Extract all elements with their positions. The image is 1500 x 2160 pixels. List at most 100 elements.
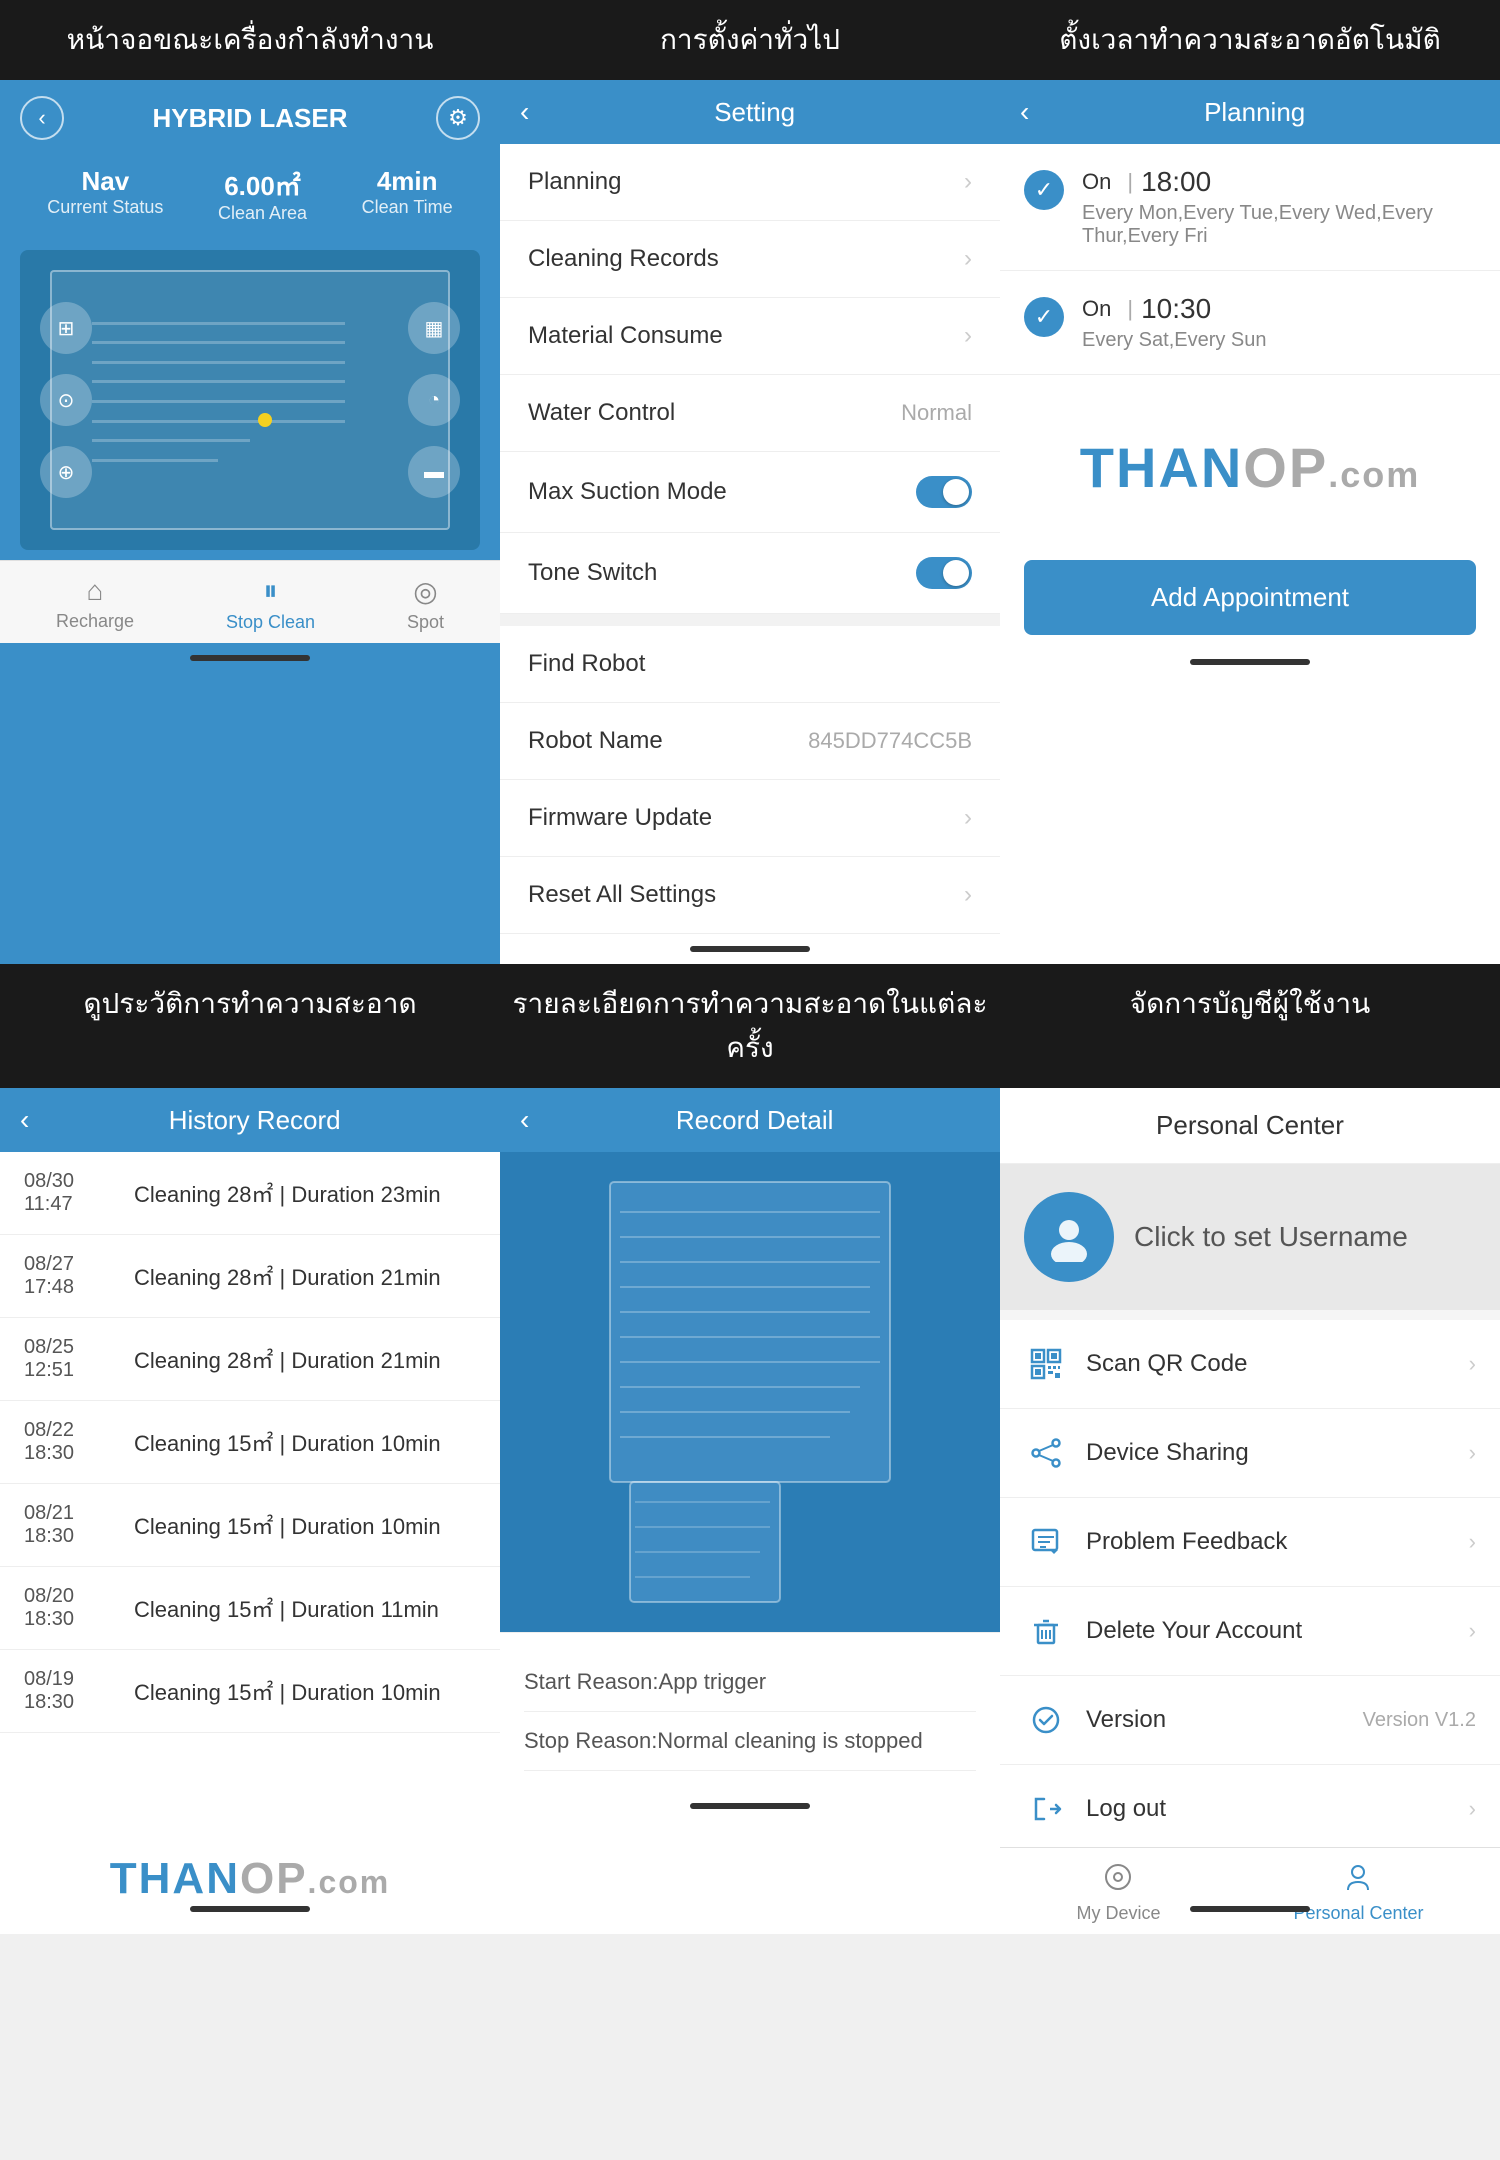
battery-icon-btn[interactable]: ▬ <box>408 446 460 498</box>
record-detail-info: Start Reason:App trigger Stop Reason:Nor… <box>500 1632 1000 1791</box>
schedule-2-info: On | 10:30 Every Sat,Every Sun <box>1082 293 1267 352</box>
panel-device-status: ‹ HYBRID LASER ⚙ Nav Current Status 6.00… <box>0 80 500 964</box>
menu-item-logout[interactable]: Log out › <box>1000 1765 1500 1854</box>
clock-icon-btn[interactable]: ◔ <box>408 374 460 426</box>
header-device-status: หน้าจอขณะเครื่องกำลังทำงาน <box>0 0 500 80</box>
logout-icon <box>1024 1787 1068 1831</box>
history-back-button[interactable]: ‹ <box>20 1104 29 1136</box>
menu-item-version: Version Version V1.2 <box>1000 1676 1500 1765</box>
home-bar-1 <box>190 655 310 661</box>
firmware-arrow-icon: › <box>964 804 972 832</box>
menu-item-device-sharing[interactable]: Device Sharing › <box>1000 1409 1500 1498</box>
feedback-arrow-icon: › <box>1469 1529 1476 1555</box>
schedule-item-1[interactable]: ✓ On | 18:00 Every Mon,Every Tue,Every W… <box>1000 144 1500 271</box>
scan-icon-btn[interactable]: ⊙ <box>40 374 92 426</box>
recharge-icon: ⌂ <box>87 575 104 607</box>
share-icon <box>1024 1431 1068 1475</box>
planning-logo-area: THANOP.com <box>1000 375 1500 560</box>
history-record-3[interactable]: 08/22 18:30 Cleaning 15㎡ | Duration 10mi… <box>0 1401 500 1484</box>
qr-code-icon <box>1024 1342 1068 1386</box>
history-record-4[interactable]: 08/21 18:30 Cleaning 15㎡ | Duration 10mi… <box>0 1484 500 1567</box>
settings-item-tone-switch[interactable]: Tone Switch <box>500 533 1000 614</box>
settings-item-robot-name[interactable]: Robot Name 845DD774CC5B <box>500 703 1000 780</box>
profile-section[interactable]: Click to set Username <box>1000 1164 1500 1310</box>
settings-item-planning[interactable]: Planning › <box>500 144 1000 221</box>
record-detail-map-inner <box>500 1152 1000 1632</box>
settings-item-reset[interactable]: Reset All Settings › <box>500 857 1000 934</box>
map-room <box>50 270 450 530</box>
nav-spot[interactable]: ◎ Spot <box>407 575 444 633</box>
nav-my-device[interactable]: My Device <box>1076 1862 1160 1924</box>
planning-back-button[interactable]: ‹ <box>1020 96 1029 128</box>
history-record-0[interactable]: 08/30 11:47 Cleaning 28㎡ | Duration 23mi… <box>0 1152 500 1235</box>
settings-item-material[interactable]: Material Consume › <box>500 298 1000 375</box>
reset-arrow-icon: › <box>964 881 972 909</box>
menu-item-problem-feedback[interactable]: Problem Feedback › <box>1000 1498 1500 1587</box>
settings-item-water-control[interactable]: Water Control Normal <box>500 375 1000 452</box>
settings-item-find-robot[interactable]: Find Robot <box>500 626 1000 703</box>
header-settings: การตั้งค่าทั่วไป <box>500 0 1000 80</box>
feedback-icon <box>1024 1520 1068 1564</box>
header-record-detail: รายละเอียดการทำความสะอาดในแต่ละครั้ง <box>500 964 1000 1088</box>
schedule-1-check: ✓ <box>1024 170 1064 210</box>
nav-recharge[interactable]: ⌂ Recharge <box>56 575 134 633</box>
panel-record-detail: ‹ Record Detail <box>500 1088 1000 1934</box>
delete-icon <box>1024 1609 1068 1653</box>
back-button[interactable]: ‹ <box>20 96 64 140</box>
left-controls: ⊞ ⊙ ⊕ <box>40 302 92 498</box>
schedule-item-2[interactable]: ✓ On | 10:30 Every Sat,Every Sun <box>1000 271 1500 375</box>
start-reason: Start Reason:App trigger <box>524 1653 976 1712</box>
settings-header: ‹ Setting <box>500 80 1000 144</box>
nav-stop-clean[interactable]: ⏸ Stop Clean <box>226 575 315 633</box>
thanop-logo: THANOP.com <box>1080 435 1420 500</box>
device-title: HYBRID LASER <box>64 103 436 134</box>
record-detail-map <box>500 1152 1000 1632</box>
stop-reason: Stop Reason:Normal cleaning is stopped <box>524 1712 976 1771</box>
history-record-5[interactable]: 08/20 18:30 Cleaning 15㎡ | Duration 11mi… <box>0 1567 500 1650</box>
schedule-1-info: On | 18:00 Every Mon,Every Tue,Every Wed… <box>1082 166 1476 248</box>
history-record-1[interactable]: 08/27 17:48 Cleaning 28㎡ | Duration 21mi… <box>0 1235 500 1318</box>
home-bar-2 <box>690 946 810 952</box>
menu-item-scan-qr[interactable]: Scan QR Code › <box>1000 1320 1500 1409</box>
settings-icon-btn[interactable]: ⊕ <box>40 446 92 498</box>
record-detail-header: ‹ Record Detail <box>500 1088 1000 1152</box>
settings-item-cleaning-records[interactable]: Cleaning Records › <box>500 221 1000 298</box>
header-planning: ตั้งเวลาทำความสะอาดอัตโนมัติ <box>1000 0 1500 80</box>
max-suction-toggle[interactable] <box>916 476 972 508</box>
personal-center-header: Personal Center <box>1000 1088 1500 1164</box>
settings-divider <box>500 614 1000 626</box>
history-record-2[interactable]: 08/25 12:51 Cleaning 28㎡ | Duration 21mi… <box>0 1318 500 1401</box>
settings-button[interactable]: ⚙ <box>436 96 480 140</box>
map-background: ⊞ ⊙ ⊕ ▦ ◔ ▬ <box>20 250 480 550</box>
map-icon-btn[interactable]: ⊞ <box>40 302 92 354</box>
home-bar-6 <box>1190 1906 1310 1912</box>
settings-item-max-suction[interactable]: Max Suction Mode <box>500 452 1000 533</box>
settings-back-button[interactable]: ‹ <box>520 96 529 128</box>
tone-switch-toggle[interactable] <box>916 557 972 589</box>
panel-planning: ‹ Planning ✓ On | 18:00 Every Mon,Every … <box>1000 80 1500 964</box>
planning-header: ‹ Planning <box>1000 80 1500 144</box>
personal-menu: Scan QR Code › <box>1000 1320 1500 1854</box>
home-bar-4 <box>190 1906 310 1912</box>
spot-icon: ◎ <box>413 575 437 608</box>
home-bar-3 <box>1190 659 1310 665</box>
robot-position-dot <box>258 413 272 427</box>
panel-settings: ‹ Setting Planning › Cleaning Records › … <box>500 80 1000 964</box>
record-detail-title: Record Detail <box>529 1105 980 1136</box>
my-device-nav-icon <box>1103 1862 1133 1899</box>
history-record-6[interactable]: 08/19 18:30 Cleaning 15㎡ | Duration 10mi… <box>0 1650 500 1733</box>
material-arrow-icon: › <box>964 322 972 350</box>
avatar <box>1024 1192 1114 1282</box>
settings-item-firmware[interactable]: Firmware Update › <box>500 780 1000 857</box>
right-controls: ▦ ◔ ▬ <box>408 302 460 498</box>
nav-personal-center[interactable]: Personal Center <box>1293 1862 1423 1924</box>
add-appointment-button[interactable]: Add Appointment <box>1024 560 1476 635</box>
panel-history: ‹ History Record 08/30 11:47 Cleaning 28… <box>0 1088 500 1934</box>
planning-title: Planning <box>1029 97 1480 128</box>
history-title: History Record <box>29 1105 480 1136</box>
cleaning-records-arrow-icon: › <box>964 245 972 273</box>
record-detail-back-button[interactable]: ‹ <box>520 1104 529 1136</box>
menu-item-delete-account[interactable]: Delete Your Account › <box>1000 1587 1500 1676</box>
personal-center-nav-icon <box>1343 1862 1373 1899</box>
grid-icon-btn[interactable]: ▦ <box>408 302 460 354</box>
